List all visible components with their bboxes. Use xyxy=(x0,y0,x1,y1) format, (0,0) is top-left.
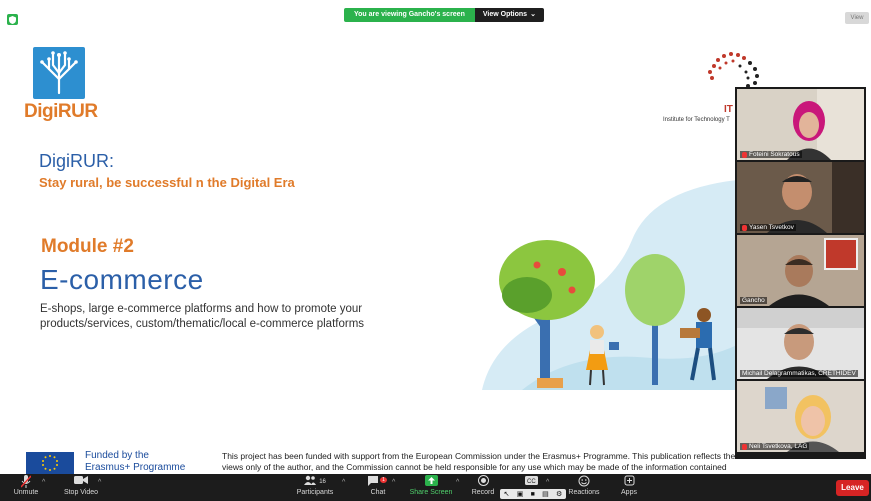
participant-tile[interactable]: Yasen Tsvetkov xyxy=(737,162,864,233)
camera-icon[interactable]: ▣ xyxy=(517,490,524,498)
itt-logo-text: IT xyxy=(724,104,733,115)
slide-description: E-shops, large e-commerce platforms and … xyxy=(40,303,365,330)
participant-name-tag: Gancho xyxy=(740,297,767,304)
security-shield-icon[interactable] xyxy=(7,14,18,25)
view-options-label: View Options xyxy=(482,11,528,18)
eu-flag-icon xyxy=(26,452,74,474)
chat-bubble-icon: 1 xyxy=(366,475,390,489)
stop-video-button[interactable]: Stop Video xyxy=(62,475,100,496)
slide-tagline: Stay rural, be successful n the Digital … xyxy=(39,175,295,190)
chat-options-caret-icon[interactable]: ^ xyxy=(392,479,395,486)
mic-muted-icon xyxy=(742,443,747,450)
participants-options-caret-icon[interactable]: ^ xyxy=(342,479,345,486)
microphone-muted-icon xyxy=(12,475,40,489)
closed-captions-icon: CC xyxy=(520,475,542,489)
chat-label: Chat xyxy=(370,489,386,496)
apps-label: Apps xyxy=(621,489,637,496)
participant-name-tag: Yasen Tsvetkov xyxy=(740,224,796,231)
participant-tile[interactable]: Michail Delagrammatikas, CRETHIDEV xyxy=(737,308,864,379)
slide-heading: DigiRUR: xyxy=(39,151,115,171)
reactions-label: Reactions xyxy=(568,489,600,496)
stop-video-label: Stop Video xyxy=(63,489,99,496)
share-screen-button[interactable]: Share Screen xyxy=(408,475,454,496)
participant-name-tag: Neli Tsvetkova, LAG xyxy=(740,443,810,450)
unmute-label: Unmute xyxy=(13,489,39,496)
participants-button[interactable]: 16 Participants xyxy=(294,475,336,496)
viewing-status-text: You are viewing Gancho's screen xyxy=(344,8,475,22)
record-icon xyxy=(469,475,497,489)
view-button-label: View xyxy=(850,15,864,21)
participant-name: Michail Delagrammatikas, CRETHIDEV xyxy=(742,370,856,377)
ecommerce-illustration xyxy=(482,180,737,395)
module-label: Module #2 xyxy=(41,236,134,257)
gear-icon[interactable]: ⚙ xyxy=(556,490,562,498)
participants-label: Participants xyxy=(296,489,334,496)
funded-by-label: Funded by the Erasmus+ Programme xyxy=(85,450,186,473)
participant-name-tag: Foteini Sokratous xyxy=(740,151,802,158)
participant-name: Foteini Sokratous xyxy=(749,151,800,158)
chevron-down-icon: ⌄ xyxy=(530,11,536,18)
digirur-logo-text: DigiRUR xyxy=(24,101,98,122)
digirur-logo-icon xyxy=(33,47,85,99)
chat-button[interactable]: 1 Chat xyxy=(366,475,390,496)
video-options-caret-icon[interactable]: ^ xyxy=(98,479,101,486)
captions-options-caret-icon[interactable]: ^ xyxy=(546,479,549,486)
share-screen-label: Share Screen xyxy=(409,489,453,496)
participant-tile[interactable]: Neli Tsvetkova, LAG xyxy=(737,381,864,452)
leave-button[interactable]: Leave xyxy=(836,480,869,496)
audio-options-caret-icon[interactable]: ^ xyxy=(42,479,45,486)
reactions-button[interactable]: Reactions xyxy=(567,475,601,496)
pointer-icon[interactable]: ↖ xyxy=(504,490,510,498)
participants-count: 16 xyxy=(319,479,326,485)
viewing-banner: You are viewing Gancho's screen View Opt… xyxy=(344,8,544,22)
participant-name: Gancho xyxy=(742,297,765,304)
slide-title: E-commerce xyxy=(40,264,204,295)
apps-icon xyxy=(617,475,641,489)
participant-tile[interactable]: Foteini Sokratous xyxy=(737,89,864,160)
participant-name: Neli Tsvetkova, LAG xyxy=(749,443,808,450)
chat-unread-badge: 1 xyxy=(380,477,387,483)
itt-subtitle: Institute for Technology T xyxy=(663,117,730,123)
screen-icon[interactable]: ▤ xyxy=(542,490,549,498)
participant-tile-active-speaker[interactable]: Gancho xyxy=(737,235,864,306)
record-label: Record xyxy=(471,489,495,496)
video-camera-icon xyxy=(62,475,100,489)
view-options-button[interactable]: View Options ⌄ xyxy=(474,8,544,22)
svg-text:CC: CC xyxy=(527,479,536,485)
view-button[interactable]: View xyxy=(845,12,869,24)
participant-video-panel[interactable]: Foteini Sokratous Yasen Tsvetkov Gancho … xyxy=(735,87,866,459)
apps-button[interactable]: Apps xyxy=(617,475,641,496)
reactions-icon xyxy=(567,475,601,489)
leave-label: Leave xyxy=(841,483,864,492)
closed-captions-button[interactable]: CC xyxy=(520,475,542,489)
participant-name-tag: Michail Delagrammatikas, CRETHIDEV xyxy=(740,370,858,377)
mic-muted-icon xyxy=(742,224,747,231)
share-options-caret-icon[interactable]: ^ xyxy=(456,479,459,486)
participants-icon: 16 xyxy=(294,475,336,489)
share-screen-icon xyxy=(408,475,454,489)
participant-name: Yasen Tsvetkov xyxy=(749,224,794,231)
funding-disclaimer: This project has been funded with suppor… xyxy=(222,451,736,472)
unmute-button[interactable]: Unmute xyxy=(12,475,40,496)
video-icon[interactable]: ■ xyxy=(531,491,535,498)
annotation-toolbar: ↖ ▣ ■ ▤ ⚙ xyxy=(500,489,566,499)
record-button[interactable]: Record xyxy=(469,475,497,496)
mic-muted-icon xyxy=(742,151,747,158)
